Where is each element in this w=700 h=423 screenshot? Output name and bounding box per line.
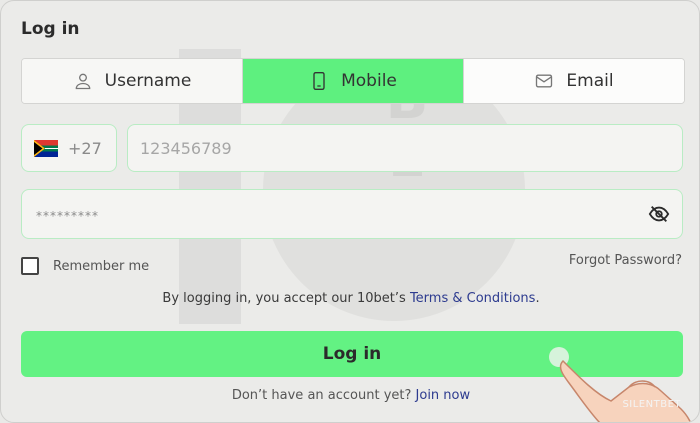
password-field[interactable]: [21, 189, 683, 239]
eye-slash-icon[interactable]: [648, 203, 670, 225]
pointing-hand-icon: [549, 347, 692, 422]
phone-input[interactable]: [138, 137, 682, 159]
tab-email[interactable]: Email: [464, 59, 684, 103]
terms-text: By logging in, you accept our 10bet’s Te…: [1, 291, 699, 306]
tab-mobile-label: Mobile: [341, 71, 397, 91]
remember-label: Remember me: [53, 258, 150, 274]
login-title: Log in: [21, 19, 80, 39]
country-code-select[interactable]: +27: [21, 124, 117, 172]
join-now-link[interactable]: Join now: [416, 388, 471, 403]
terms-suffix: .: [535, 291, 540, 306]
mobile-icon: [313, 72, 325, 90]
phone-field[interactable]: [127, 124, 683, 172]
login-method-tabs: Username Mobile Email: [21, 58, 685, 104]
terms-link[interactable]: Terms & Conditions: [410, 291, 536, 306]
tab-mobile[interactable]: Mobile: [243, 59, 464, 103]
forgot-password-link[interactable]: Forgot Password?: [569, 253, 682, 268]
login-panel: BET Log in Username Mobile Email: [0, 0, 700, 423]
south-africa-flag-icon: [34, 139, 58, 157]
remember-me[interactable]: Remember me: [21, 257, 149, 275]
user-icon: [75, 73, 90, 90]
remember-checkbox[interactable]: [21, 257, 39, 275]
email-icon: [536, 74, 553, 88]
tab-username-label: Username: [104, 71, 192, 91]
signup-text: Don’t have an account yet?: [231, 388, 412, 403]
tab-email-label: Email: [566, 71, 614, 91]
country-code-value: +27: [68, 138, 102, 158]
password-input[interactable]: [34, 203, 648, 225]
terms-prefix: By logging in, you accept our 10bet’s: [162, 291, 406, 306]
tab-username[interactable]: Username: [22, 59, 243, 103]
watermark-credit: SILENTBET: [622, 399, 681, 410]
